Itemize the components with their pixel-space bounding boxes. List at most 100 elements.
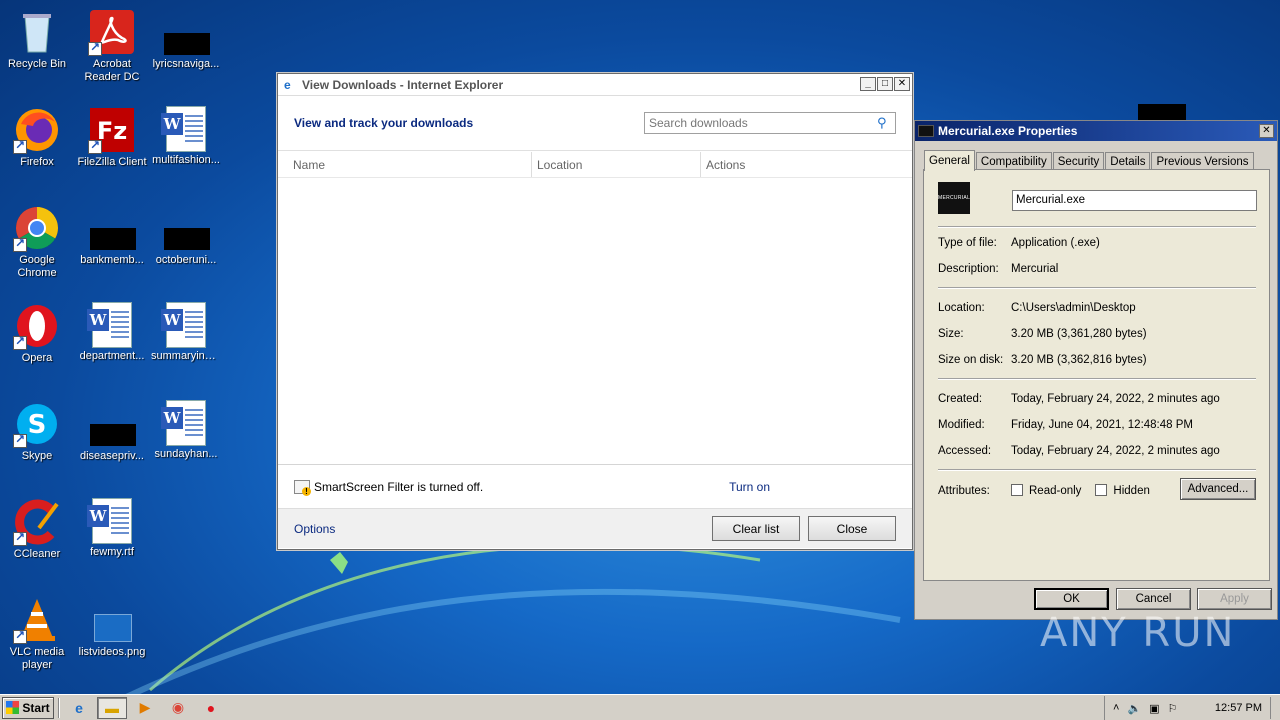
show-desktop-button[interactable] [1270,697,1280,719]
file-properties-dialog[interactable]: Mercurial.exe Properties ✕ General Compa… [914,120,1278,620]
desktop-icon-acrobat[interactable]: Acrobat Reader DC [75,4,149,94]
search-downloads-input[interactable]: Search downloads ⚲ [644,112,896,134]
desktop-icon-skype[interactable]: S Skype [0,396,74,486]
desktop-icon-firefox[interactable]: Firefox [0,102,74,192]
ok-button[interactable]: OK [1034,588,1109,610]
description-value: Mercurial [1011,263,1059,275]
desktop-icon-opera[interactable]: Opera [0,298,74,388]
size-on-disk-value: 3.20 MB (3,362,816 bytes) [1011,354,1147,366]
separator [938,226,1256,228]
options-link[interactable]: Options [294,522,335,536]
desktop-icon-lyrics[interactable]: lyricsnaviga... [149,4,223,94]
column-actions[interactable]: Actions [701,152,745,177]
file-icon: MERCURIAL [938,182,970,214]
dialog-title: Mercurial.exe Properties [938,124,1078,138]
word-document-icon: W [87,498,132,544]
clock[interactable]: 12:57 PM [1215,702,1262,714]
close-icon[interactable]: ✕ [1259,124,1274,138]
size-on-disk-row: Size on disk: 3.20 MB (3,362,816 bytes) [938,354,1258,366]
desktop-icon-department[interactable]: W department... [75,298,149,388]
cancel-button[interactable]: Cancel [1116,588,1191,610]
desktop-icon-label: FileZilla Client [77,156,147,168]
accessed-value: Today, February 24, 2022, 2 minutes ago [1011,445,1220,457]
chrome-icon [13,204,61,252]
file-name-field[interactable]: Mercurial.exe [1012,190,1257,211]
media-player-icon[interactable]: ▶ [130,697,160,719]
size-row: Size: 3.20 MB (3,361,280 bytes) [938,328,1258,340]
column-name[interactable]: Name [278,152,532,177]
desktop-icon-label: octoberuni... [155,254,217,266]
readonly-checkbox[interactable]: Read-only [1011,484,1081,497]
internet-explorer-icon[interactable]: e [64,697,94,719]
network-icon[interactable]: ▣ [1149,702,1159,715]
image-file-icon [88,596,136,644]
created-row: Created: Today, February 24, 2022, 2 min… [938,393,1258,405]
modified-row: Modified: Friday, June 04, 2021, 12:48:4… [938,419,1258,431]
modified-label: Modified: [938,419,985,431]
start-button[interactable]: Start [2,696,54,719]
show-hidden-icons-icon[interactable]: ˄ [1113,702,1119,714]
location-label: Location: [938,302,985,314]
size-on-disk-label: Size on disk: [938,354,1004,366]
desktop-icon-label: Firefox [20,156,54,168]
close-downloads-button[interactable]: Close [808,516,896,541]
speaker-icon[interactable]: 🔈 [1127,702,1141,715]
size-value: 3.20 MB (3,361,280 bytes) [1011,328,1147,340]
redacted-icon [162,8,210,56]
modified-value: Friday, June 04, 2021, 12:48:48 PM [1011,419,1193,431]
skype-icon: S [13,400,61,448]
opera-icon[interactable]: ● [196,697,226,719]
start-label: Start [22,700,50,715]
smartscreen-warning-icon [294,479,311,496]
desktop-icon-recycle-bin[interactable]: Recycle Bin [0,4,74,94]
acrobat-icon [88,8,136,56]
smartscreen-status: SmartScreen Filter is turned off. [314,479,484,494]
desktop-icon-fewmy[interactable]: W fewmy.rtf [75,494,149,584]
desktop-icon-label: CCleaner [13,548,61,560]
desktop-icon-filezilla[interactable]: Fz FileZilla Client [75,102,149,192]
action-center-flag-icon[interactable]: ⚐ [1168,702,1178,715]
view-downloads-window[interactable]: e View Downloads - Internet Explorer _ □… [277,73,913,550]
word-document-icon: W [161,302,206,348]
column-location[interactable]: Location [532,152,701,177]
clear-list-button[interactable]: Clear list [712,516,800,541]
downloads-heading: View and track your downloads [294,116,474,130]
search-icon[interactable]: ⚲ [877,115,895,131]
window-titlebar[interactable]: e View Downloads - Internet Explorer _ □… [278,74,912,96]
description-label: Description: [938,263,999,275]
minimize-button[interactable]: _ [860,77,876,91]
desktop-icon-label: multifashion... [152,154,220,166]
desktop-icon-listvideos[interactable]: listvideos.png [75,592,149,682]
desktop-icon-sundayhan[interactable]: W sundayhan... [149,396,223,486]
type-label: Type of file: [938,237,997,249]
word-document-icon: W [87,302,132,348]
file-explorer-icon[interactable]: ▬ [97,696,127,719]
desktop-icon-vlc[interactable]: VLC media player [0,592,74,682]
tab-general[interactable]: General [924,150,975,171]
chrome-icon[interactable]: ◉ [163,697,193,719]
desktop-icon-octoberuni[interactable]: octoberuni... [149,200,223,290]
apply-button[interactable]: Apply [1197,588,1272,610]
redacted-icon [88,400,136,448]
desktop-icon-bankmemb[interactable]: bankmemb... [75,200,149,290]
desktop-icon-diseasepriv[interactable]: diseasepriv... [75,396,149,486]
maximize-button[interactable]: □ [877,77,893,91]
turn-on-link[interactable]: Turn on [729,480,770,494]
desktop-icon-label: Skype [21,450,53,462]
advanced-button[interactable]: Advanced... [1180,478,1256,500]
downloads-list [278,178,912,464]
desktop-icon-chrome[interactable]: Google Chrome [0,200,74,290]
dialog-titlebar[interactable]: Mercurial.exe Properties [915,121,1277,141]
ie-logo-icon: e [284,77,291,92]
vlc-icon [13,596,61,644]
desktop-icon-summaryincl[interactable]: W summaryincl... [149,298,223,388]
location-row: Location: C:\Users\admin\Desktop [938,302,1258,314]
desktop-icon-label: Acrobat Reader DC [84,58,140,83]
desktop-icon-multifashion[interactable]: W multifashion... [149,102,223,192]
hidden-checkbox[interactable]: Hidden [1095,484,1150,497]
separator [938,469,1256,471]
close-button[interactable]: ✕ [894,77,910,91]
desktop-icon-ccleaner[interactable]: CCleaner [0,494,74,584]
desktop-icon-label: summaryincl... [151,350,222,362]
word-document-icon: W [161,106,206,152]
